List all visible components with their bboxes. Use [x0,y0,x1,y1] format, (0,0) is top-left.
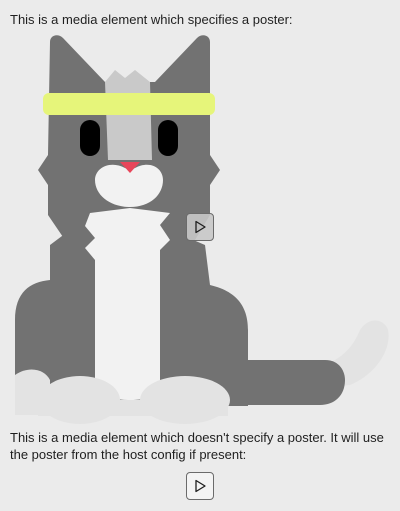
play-icon [195,220,206,234]
play-button-without-poster[interactable] [186,472,214,500]
media-caption-with-poster: This is a media element which specifies … [10,12,293,27]
play-button-with-poster[interactable] [186,213,214,241]
page: This is a media element which specifies … [0,0,400,511]
play-icon [195,479,206,493]
media-caption-without-poster: This is a media element which doesn't sp… [10,430,384,462]
